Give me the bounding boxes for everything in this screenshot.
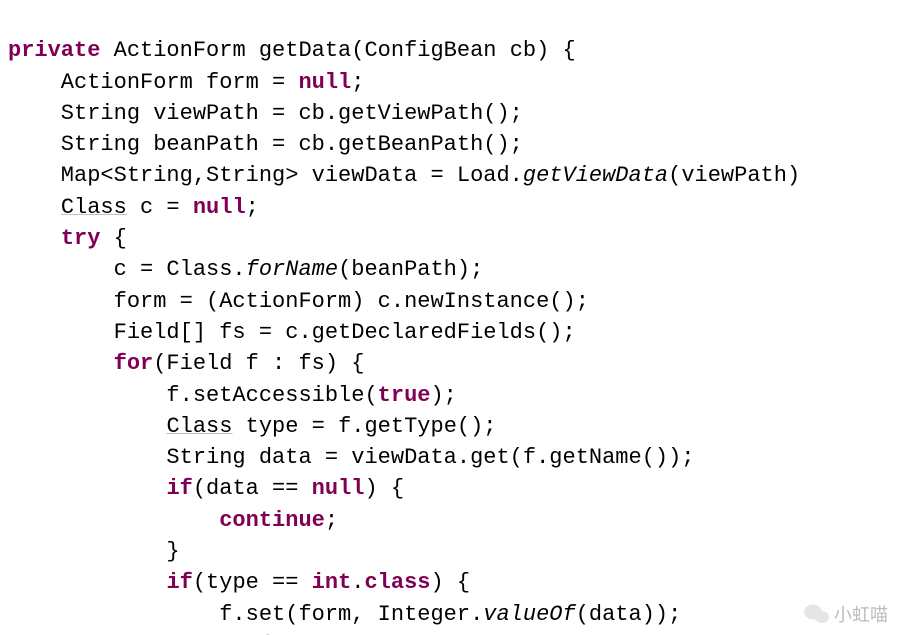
code-line: private ActionForm getData(ConfigBean cb…	[8, 38, 576, 63]
code-line: for(Field f : fs) {	[8, 351, 364, 376]
code-line: if(type == int.class) {	[8, 570, 470, 595]
code-line: f.setAccessible(true);	[8, 383, 457, 408]
static-method: forName	[246, 257, 338, 282]
code-line: continue;	[8, 508, 338, 533]
keyword-continue: continue	[219, 508, 325, 533]
code-line: Class type = f.getType();	[8, 414, 497, 439]
code-line: f.set(form, Integer.valueOf(data));	[8, 602, 681, 627]
code-line: String viewPath = cb.getViewPath();	[8, 101, 523, 126]
code-line: String beanPath = cb.getBeanPath();	[8, 132, 523, 157]
keyword-if: if	[166, 570, 192, 595]
code-line: Field[] fs = c.getDeclaredFields();	[8, 320, 576, 345]
code-block: private ActionForm getData(ConfigBean cb…	[0, 0, 900, 635]
keyword-try: try	[61, 226, 101, 251]
static-method: valueOf	[483, 602, 575, 627]
code-line: }	[8, 539, 180, 564]
keyword-null: null	[298, 70, 351, 95]
watermark-text: 小虹喵	[834, 601, 888, 627]
code-line: form = (ActionForm) c.newInstance();	[8, 289, 589, 314]
keyword-null: null	[312, 476, 365, 501]
keyword-null: null	[193, 195, 246, 220]
keyword-int: int	[312, 570, 352, 595]
keyword-if: if	[166, 476, 192, 501]
code-line: if(data == null) {	[8, 476, 404, 501]
static-method: getViewData	[523, 163, 668, 188]
code-line: try {	[8, 226, 127, 251]
code-line: c = Class.forName(beanPath);	[8, 257, 483, 282]
code-line: Class c = null;	[8, 195, 259, 220]
raw-class: Class	[61, 195, 127, 220]
raw-class: Class	[166, 414, 232, 439]
code-line: Map<String,String> viewData = Load.getVi…	[8, 163, 800, 188]
keyword-for: for	[114, 351, 154, 376]
keyword-private: private	[8, 38, 100, 63]
code-line: String data = viewData.get(f.getName());	[8, 445, 695, 470]
watermark: 小虹喵	[804, 601, 888, 627]
keyword-class: class	[364, 570, 430, 595]
code-line: ActionForm form = null;	[8, 70, 364, 95]
keyword-true: true	[378, 383, 431, 408]
wechat-icon	[804, 603, 830, 625]
